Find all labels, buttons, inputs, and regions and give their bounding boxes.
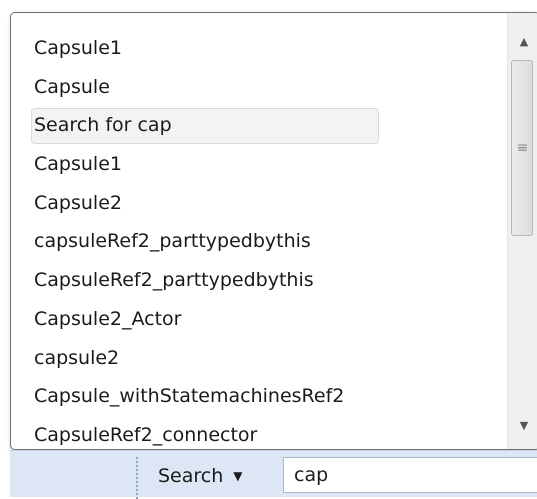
suggestion-label: Search for cap: [34, 114, 172, 137]
search-mode-dropdown[interactable]: Search ▼: [158, 461, 243, 491]
toolbar-separator: [136, 457, 138, 499]
scroll-thumb[interactable]: ≡: [511, 60, 533, 236]
suggestion-list: Capsule1 Capsule Search for cap Capsule1…: [11, 13, 507, 449]
suggestion-label: Capsule1: [34, 153, 122, 176]
scroll-up-button[interactable]: ▲: [508, 27, 537, 55]
suggestion-label: CapsuleRef2_parttypedbythis: [34, 269, 314, 292]
suggestion-item[interactable]: Capsule1: [11, 145, 507, 184]
suggestion-label: capsule2: [34, 346, 120, 369]
suggestion-item[interactable]: Capsule2: [11, 184, 507, 223]
suggestion-label: capsuleRef2_parttypedbythis: [34, 230, 311, 253]
search-input[interactable]: [283, 457, 537, 493]
suggestion-item[interactable]: Capsule1: [11, 29, 507, 68]
suggestion-label: Capsule1: [34, 37, 122, 59]
suggestion-item[interactable]: capsule2: [11, 339, 507, 378]
suggestion-label: Capsule: [34, 75, 110, 98]
suggestion-item[interactable]: CapsuleRef2_parttypedbythis: [11, 261, 507, 300]
suggestion-item[interactable]: capsuleRef2_parttypedbythis: [11, 222, 507, 261]
scroll-down-button[interactable]: ▼: [508, 411, 537, 439]
search-toolbar: Search ▼: [10, 450, 537, 499]
suggestion-label: Capsule2: [34, 191, 122, 214]
suggestion-item[interactable]: Capsule_withStatemachinesRef2: [11, 377, 507, 416]
search-mode-label: Search: [158, 465, 224, 487]
grip-lines-icon: ≡: [516, 140, 529, 156]
suggestion-label: CapsuleRef2_connector: [34, 423, 258, 446]
suggestion-item[interactable]: Capsule2_Actor: [11, 300, 507, 339]
suggestion-item[interactable]: Capsule: [11, 68, 507, 107]
triangle-down-icon: ▼: [519, 418, 529, 432]
suggestion-label: Capsule_withStatemachinesRef2: [34, 385, 345, 408]
autocomplete-popup: Capsule1 Capsule Search for cap Capsule1…: [10, 12, 537, 450]
suggestion-item-search-for[interactable]: Search for cap: [11, 106, 507, 145]
vertical-scrollbar[interactable]: ▲ ≡ ▼: [507, 13, 537, 449]
suggestion-item[interactable]: CapsuleRef2_connector: [11, 416, 507, 449]
triangle-up-icon: ▲: [519, 34, 529, 48]
suggestion-label: Capsule2_Actor: [34, 307, 182, 330]
triangle-down-icon: ▼: [233, 469, 243, 483]
